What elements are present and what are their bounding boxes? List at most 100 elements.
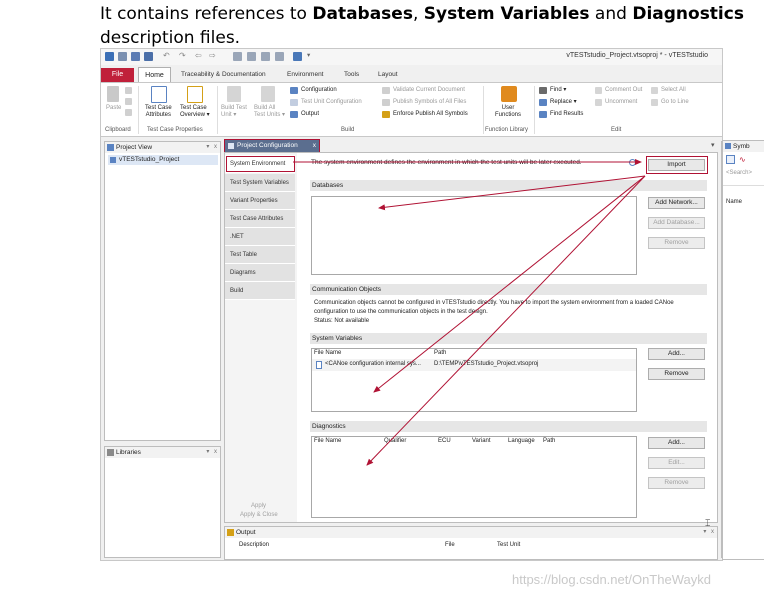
add-system-variable-button[interactable]: Add... xyxy=(648,348,705,360)
find-icon xyxy=(539,87,547,94)
sysvar-file-path: D:\TEMP\vTESTstudio_Project.vtsoproj xyxy=(434,361,539,367)
apply-button[interactable]: Apply xyxy=(251,503,266,509)
delete-icon[interactable] xyxy=(125,109,132,116)
configuration-button[interactable]: Configuration xyxy=(301,87,337,94)
column-ecu: ECU xyxy=(438,438,451,444)
caption-databases: Databases xyxy=(312,4,413,24)
tab-layout[interactable]: Layout xyxy=(378,71,398,78)
uncomment-button[interactable]: Uncomment xyxy=(605,99,637,106)
remove-diagnostics-button[interactable]: Remove xyxy=(648,477,705,489)
tab-tools[interactable]: Tools xyxy=(344,71,359,78)
configuration-icon xyxy=(290,87,298,94)
tab-home[interactable]: Home xyxy=(138,67,171,83)
back-icon[interactable]: ⇦ xyxy=(195,51,202,60)
apply-close-button[interactable]: Apply & Close xyxy=(240,512,278,518)
column-qualifier: Qualifier xyxy=(384,438,407,444)
nav-test-system-variables[interactable]: Test System Variables xyxy=(225,174,295,192)
cut-icon[interactable] xyxy=(125,87,132,94)
symbol-filter-icon[interactable] xyxy=(726,155,735,164)
user-functions-button[interactable]: User Functions xyxy=(495,105,521,119)
symbols-search-input[interactable]: <Search> xyxy=(726,170,752,176)
edit-diagnostics-button[interactable]: Edit... xyxy=(648,457,705,469)
ribbon: Paste Clipboard Test Case Attributes Test… xyxy=(101,82,722,137)
test-case-overview-button[interactable]: Test Case Overview ▾ xyxy=(180,105,210,119)
remove-system-variable-button[interactable]: Remove xyxy=(648,368,705,380)
find-results-button[interactable]: Find Results xyxy=(550,111,583,118)
group-function-library: Function Library xyxy=(485,127,529,133)
undo-icon[interactable]: ↶ xyxy=(163,51,170,60)
separator xyxy=(138,86,139,134)
diagnostics-header: Diagnostics xyxy=(310,421,707,432)
validate-current-document-button[interactable]: Validate Current Document xyxy=(393,87,465,94)
add-network-button[interactable]: Add Network... xyxy=(648,197,705,209)
publish-symbols-icon xyxy=(382,99,390,106)
save-icon[interactable] xyxy=(131,52,140,61)
copy-icon[interactable] xyxy=(125,98,132,105)
comment-out-button[interactable]: Comment Out xyxy=(605,87,642,94)
app-icon xyxy=(105,52,114,61)
system-environment-description: The system environment defines the envir… xyxy=(311,159,582,166)
select-all-icon xyxy=(651,87,658,94)
pane-controls[interactable]: ▾ x xyxy=(206,142,217,153)
new-file-icon[interactable] xyxy=(118,52,127,61)
tab-dropdown-icon[interactable]: ▾ xyxy=(711,141,715,149)
vteststudio-window: ↶ ↷ ⇦ ⇨ ▾ vTESTstudio_Project.vtsoproj *… xyxy=(100,48,725,561)
nav-test-case-attributes[interactable]: Test Case Attributes xyxy=(225,210,295,228)
group-test-case-properties: Test Case Properties xyxy=(147,127,203,133)
tab-traceability[interactable]: Traceability & Documentation xyxy=(181,71,266,78)
build-test-unit-button[interactable]: Build Test Unit ▾ xyxy=(221,105,247,119)
toolbar-icon-d[interactable] xyxy=(275,52,284,61)
databases-list[interactable] xyxy=(311,196,637,275)
nav-test-table[interactable]: Test Table xyxy=(225,246,295,264)
select-all-button[interactable]: Select All xyxy=(661,87,686,94)
libraries-pane: Libraries ▾ x xyxy=(104,446,221,558)
tab-file[interactable]: File xyxy=(101,68,134,82)
info-icon[interactable] xyxy=(629,159,636,166)
column-file-name: File Name xyxy=(314,438,342,444)
save-all-icon[interactable] xyxy=(144,52,153,61)
redo-icon[interactable]: ↷ xyxy=(179,51,186,60)
forward-icon[interactable]: ⇨ xyxy=(209,51,216,60)
publish-symbols-button[interactable]: Publish Symbols of All Files xyxy=(393,99,466,106)
nav-build[interactable]: Build xyxy=(225,282,295,300)
toolbar-icon-b[interactable] xyxy=(247,52,256,61)
nav-dotnet[interactable]: .NET xyxy=(225,228,295,246)
enforce-publish-button[interactable]: Enforce Publish All Symbols xyxy=(393,111,468,118)
remove-database-button[interactable]: Remove xyxy=(648,237,705,249)
caption-system-variables: System Variables xyxy=(423,4,590,24)
find-button[interactable]: Find ▾ xyxy=(550,87,566,94)
build-all-test-units-button[interactable]: Build All Test Units ▾ xyxy=(254,105,285,119)
add-diagnostics-button[interactable]: Add... xyxy=(648,437,705,449)
table-row[interactable]: <CANoe configuration internal sys... D:\… xyxy=(312,359,636,371)
test-case-attributes-button[interactable]: Test Case Attributes xyxy=(145,105,172,119)
enforce-publish-icon xyxy=(382,111,390,118)
tree-item-project[interactable]: vTESTstudio_Project xyxy=(108,155,218,165)
window-icon[interactable] xyxy=(293,52,302,61)
output-icon xyxy=(290,111,298,118)
toolbar-icon-c[interactable] xyxy=(261,52,270,61)
toolbar-icon-a[interactable] xyxy=(233,52,242,61)
group-clipboard: Clipboard xyxy=(105,127,131,133)
go-to-line-button[interactable]: Go to Line xyxy=(661,99,689,106)
separator xyxy=(217,86,218,134)
slide-caption: It contains references to Databases, Sys… xyxy=(100,2,760,50)
nav-diagrams[interactable]: Diagrams xyxy=(225,264,295,282)
caption-text-2: description files. xyxy=(100,28,241,48)
sysvar-file-icon xyxy=(316,361,322,369)
output-button[interactable]: Output xyxy=(301,111,319,118)
signal-icon[interactable]: ∿ xyxy=(739,155,746,164)
customize-qat-icon[interactable]: ▾ xyxy=(307,51,310,59)
add-database-button[interactable]: Add Database... xyxy=(648,217,705,229)
paste-button[interactable]: Paste xyxy=(106,105,121,112)
column-variant: Variant xyxy=(472,438,491,444)
test-unit-configuration-icon xyxy=(290,99,298,106)
divider xyxy=(723,185,764,186)
replace-button[interactable]: Replace ▾ xyxy=(550,99,577,106)
test-unit-configuration-button[interactable]: Test Unit Configuration xyxy=(301,99,362,106)
separator xyxy=(534,86,535,134)
nav-variant-properties[interactable]: Variant Properties xyxy=(225,192,295,210)
caption-comma: , xyxy=(412,4,424,24)
communication-objects-status: Status: Not available xyxy=(314,318,370,324)
pane-controls[interactable]: ▾ x xyxy=(206,447,217,458)
tab-environment[interactable]: Environment xyxy=(287,71,324,78)
